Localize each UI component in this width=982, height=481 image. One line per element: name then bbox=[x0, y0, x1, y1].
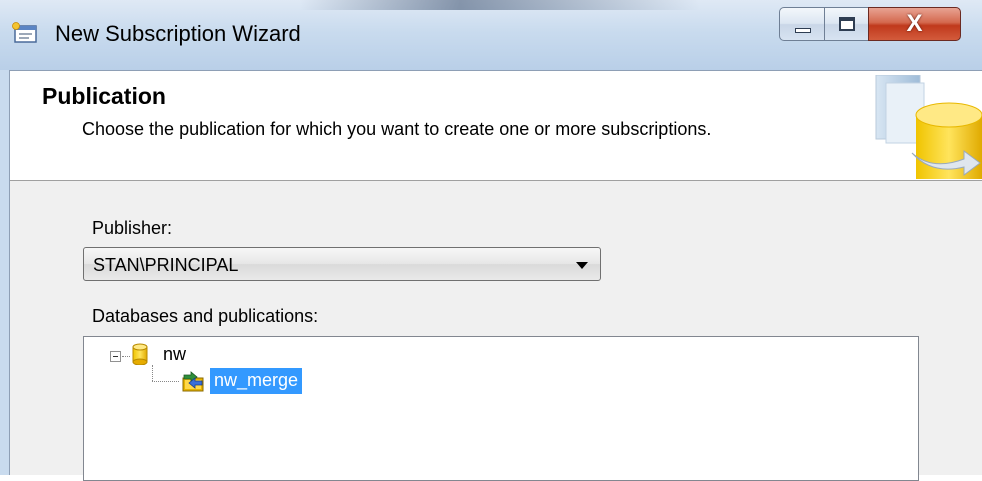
publisher-dropdown[interactable]: STAN\PRINCIPAL bbox=[83, 247, 601, 281]
merge-publication-icon bbox=[182, 371, 204, 392]
close-icon: X bbox=[906, 10, 923, 37]
page-title: Publication bbox=[42, 83, 166, 109]
tree-node-database[interactable]: nw bbox=[163, 344, 186, 365]
wizard-client-area: Publication Choose the publication for w… bbox=[9, 70, 982, 481]
database-cylinder-icon bbox=[132, 343, 148, 365]
window-title: New Subscription Wizard bbox=[55, 21, 301, 46]
databases-publications-label: Databases and publications: bbox=[92, 306, 319, 326]
publications-tree[interactable]: nw nw_merge bbox=[83, 336, 919, 481]
maximize-icon bbox=[839, 17, 855, 31]
wizard-header: Publication Choose the publication for w… bbox=[10, 70, 982, 181]
tree-node-publication[interactable]: nw_merge bbox=[210, 368, 303, 394]
minimize-button[interactable] bbox=[779, 7, 825, 41]
page-subtitle: Choose the publication for which you wan… bbox=[82, 119, 712, 139]
close-button[interactable]: X bbox=[868, 7, 961, 41]
window-frame: Publication Choose the publication for w… bbox=[0, 70, 982, 481]
publisher-selected-value: STAN\PRINCIPAL bbox=[93, 255, 239, 275]
tree-connector bbox=[122, 356, 130, 357]
title-bar[interactable]: New Subscription Wizard X bbox=[0, 0, 982, 70]
publisher-label: Publisher: bbox=[92, 218, 173, 238]
chevron-down-icon[interactable] bbox=[576, 262, 588, 269]
wizard-window-icon bbox=[12, 22, 37, 43]
minimize-icon bbox=[795, 28, 811, 33]
database-publication-art bbox=[875, 75, 982, 179]
tree-connector bbox=[152, 381, 179, 382]
maximize-button[interactable] bbox=[824, 7, 869, 41]
collapse-toggle-icon[interactable] bbox=[110, 351, 121, 362]
tree-connector bbox=[152, 365, 153, 381]
